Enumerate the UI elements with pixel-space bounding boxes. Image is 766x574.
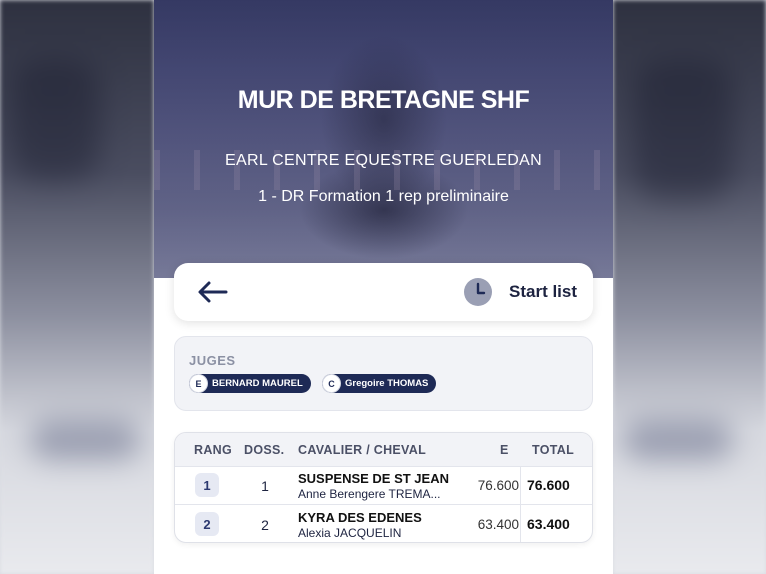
- rider-name: Alexia JACQUELIN: [298, 526, 402, 540]
- judge-position-badge: C: [322, 374, 341, 393]
- header-rider-horse: CAVALIER / CHEVAL: [298, 443, 427, 457]
- results-header-row: RANG DOSS. CAVALIER / CHEVAL E TOTAL: [175, 433, 592, 467]
- rider-name: Anne Berengere TREMA...: [298, 487, 441, 501]
- organizer-name: EARL CENTRE EQUESTRE GUERLEDAN: [225, 152, 542, 169]
- score-total: 63.400: [527, 516, 570, 532]
- score-total: 76.600: [527, 477, 570, 493]
- background-right: [613, 0, 766, 574]
- table-row[interactable]: 2 2 KYRA DES EDENES Alexia JACQUELIN 63.…: [175, 505, 592, 542]
- hero-photo-overlay: [154, 0, 613, 278]
- app-screen: MUR DE BRETAGNE SHF EARL CENTRE EQUESTRE…: [154, 0, 613, 574]
- score-e: 76.600: [477, 478, 519, 493]
- header-total: TOTAL: [532, 443, 575, 457]
- event-name: 1 - DR Formation 1 rep preliminaire: [258, 188, 509, 205]
- rank-badge: 1: [195, 473, 219, 497]
- judges-title: JUGES: [189, 353, 236, 368]
- table-row[interactable]: 1 1 SUSPENSE DE ST JEAN Anne Berengere T…: [175, 466, 592, 505]
- results-table: RANG DOSS. CAVALIER / CHEVAL E TOTAL 1 1…: [174, 432, 593, 543]
- column-divider: [520, 466, 521, 504]
- doss-number: 2: [261, 517, 269, 533]
- judge-position-badge: E: [189, 374, 208, 393]
- hero-banner: MUR DE BRETAGNE SHF EARL CENTRE EQUESTRE…: [154, 0, 613, 278]
- header-doss: DOSS.: [244, 443, 285, 457]
- back-button[interactable]: [196, 279, 228, 305]
- background-left: [0, 0, 154, 574]
- header-e: E: [500, 443, 509, 457]
- arrow-left-icon: [198, 281, 228, 303]
- judge-chip-e: E BERNARD MAUREL: [189, 374, 311, 393]
- judge-name: Gregoire THOMAS: [345, 378, 429, 389]
- horse-name: SUSPENSE DE ST JEAN: [298, 471, 449, 486]
- header-rank: RANG: [194, 443, 233, 457]
- rank-badge: 2: [195, 512, 219, 536]
- competition-title: MUR DE BRETAGNE SHF: [237, 86, 530, 114]
- judge-name: BERNARD MAUREL: [212, 378, 303, 389]
- doss-number: 1: [261, 478, 269, 494]
- score-e: 63.400: [477, 517, 519, 532]
- judges-panel: JUGES E BERNARD MAUREL C Gregoire THOMAS: [174, 336, 593, 411]
- nav-card: Start list: [174, 263, 593, 321]
- judge-chip-c: C Gregoire THOMAS: [322, 374, 437, 393]
- horse-name: KYRA DES EDENES: [298, 510, 422, 525]
- column-divider: [520, 505, 521, 542]
- start-list-link[interactable]: Start list: [509, 282, 577, 302]
- clock-icon[interactable]: [463, 277, 493, 307]
